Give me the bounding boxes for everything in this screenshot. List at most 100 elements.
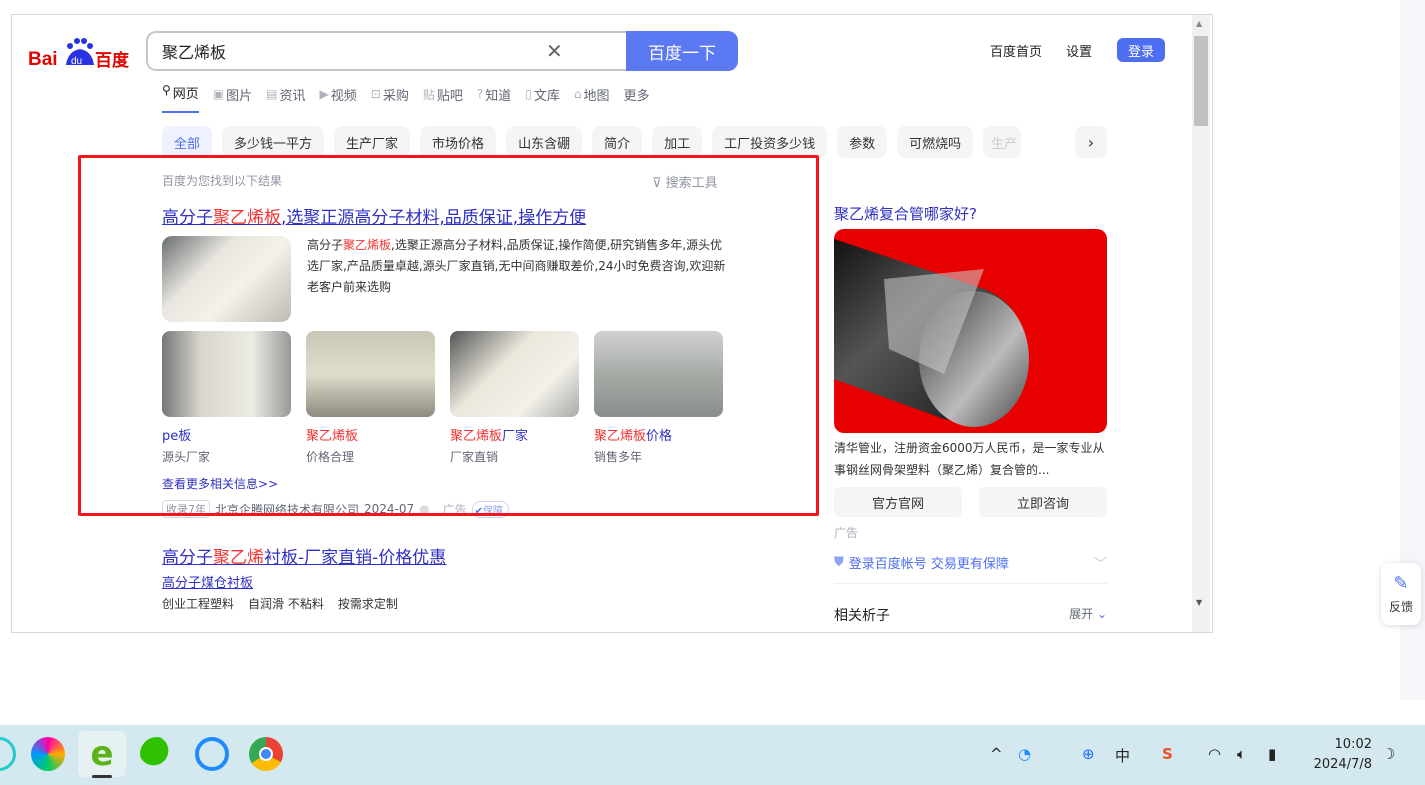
moon-icon[interactable]: ☽: [1382, 745, 1395, 763]
scroll-up-icon[interactable]: ▲: [1196, 19, 1202, 28]
ad-label: 广告: [834, 526, 859, 540]
tab-more[interactable]: 更多: [624, 83, 650, 105]
tab-label: 贴吧: [436, 88, 463, 104]
chip[interactable]: 工厂投资多少钱: [712, 126, 828, 158]
active-indicator: [92, 775, 112, 778]
title-text: 高分子: [162, 548, 213, 568]
tieba-icon: 贴: [422, 87, 435, 102]
feedback-button[interactable]: ✎ 反馈: [1381, 563, 1421, 625]
qq-browser-icon[interactable]: [195, 737, 229, 771]
tag: 创业工程塑料: [162, 597, 235, 611]
chrome-icon[interactable]: [249, 737, 283, 771]
baidu-netdisk-icon[interactable]: ⊕: [1082, 745, 1095, 763]
ai-app-icon[interactable]: [31, 737, 65, 771]
chip[interactable]: 全部: [162, 126, 213, 158]
tab-label: 采购: [382, 88, 409, 104]
chip[interactable]: 可燃烧吗: [897, 126, 974, 158]
wifi-icon[interactable]: ◠: [1208, 745, 1221, 763]
pipe-illustration: [834, 239, 1029, 427]
tab-label: 知道: [485, 88, 512, 104]
related-chips: 全部 多少钱一平方 生产厂家 市场价格 山东含硼 简介 加工 工厂投资多少钱 参…: [162, 126, 1022, 158]
login-button[interactable]: 登录: [1117, 38, 1165, 62]
qq-browser-tray-icon[interactable]: ◔: [1018, 745, 1031, 763]
app-icon[interactable]: [0, 737, 16, 771]
search-button[interactable]: 百度一下: [626, 31, 738, 71]
tab-label: 地图: [583, 88, 610, 104]
side-ad-title[interactable]: 聚乙烯复合管哪家好?: [834, 203, 977, 224]
volume-icon[interactable]: 🔈︎: [1237, 745, 1246, 763]
chip[interactable]: 市场价格: [420, 126, 497, 158]
tab-label: 视频: [330, 88, 357, 104]
image-icon: ▣: [212, 87, 225, 101]
result-sublink[interactable]: 高分子煤仓衬板: [162, 572, 253, 591]
search-icon: ⚲: [162, 83, 171, 97]
side-ad-image[interactable]: [834, 229, 1107, 433]
video-icon: ▶: [319, 87, 329, 101]
tab-map[interactable]: ⌂ 地图: [574, 83, 610, 105]
taskbar: e ^ ◔ ⊕ 中 S ◠ 🔈︎ ▮ 10:02 2024/7/8 ☽: [0, 725, 1425, 785]
svg-text:百度: 百度: [95, 50, 130, 71]
consult-button[interactable]: 立即咨询: [979, 487, 1107, 517]
tab-video[interactable]: ▶ 视频: [320, 83, 357, 105]
shield-paw-icon: ⛊: [834, 555, 844, 570]
tab-images[interactable]: ▣ 图片: [213, 83, 252, 105]
chip[interactable]: 加工: [652, 126, 703, 158]
tab-label: 网页: [172, 87, 199, 102]
baidu-logo[interactable]: Bai du 百度: [28, 35, 133, 71]
wechat-icon[interactable]: [140, 737, 174, 771]
chevron-down-icon: ⌄: [1096, 607, 1107, 621]
scroll-down-icon[interactable]: ▼: [1196, 598, 1202, 607]
search-tabs: ⚲ 网页 ▣ 图片 ▤ 资讯 ▶ 视频 ⊡ 采购 贴贴吧 ? 知道 ▯ 文库 ⌂ 地图 更多: [162, 83, 650, 113]
search-input[interactable]: [148, 33, 528, 69]
official-site-button[interactable]: 官方官网: [834, 487, 962, 517]
chip[interactable]: 生产: [983, 126, 1022, 158]
clock[interactable]: 10:02 2024/7/8: [1308, 735, 1372, 775]
sogou-icon[interactable]: S: [1162, 745, 1173, 763]
tab-label: 资讯: [279, 88, 306, 104]
ie-browser-icon[interactable]: e: [85, 737, 119, 771]
result-title[interactable]: 高分子聚乙烯衬板-厂家直销-价格优惠: [162, 543, 446, 568]
tab-tieba[interactable]: 贴贴吧: [423, 83, 463, 105]
section-title: 相关析子: [834, 608, 890, 624]
chip[interactable]: 多少钱一平方: [222, 126, 325, 158]
clock-date: 2024/7/8: [1313, 757, 1372, 772]
baidu-home-link[interactable]: 百度首页: [990, 41, 1042, 60]
settings-link[interactable]: 设置: [1066, 41, 1092, 60]
ime-indicator[interactable]: 中: [1115, 745, 1130, 766]
chip[interactable]: 山东含硼: [506, 126, 583, 158]
tag: 按需求定制: [337, 597, 398, 611]
clock-time: 10:02: [1334, 737, 1372, 752]
battery-icon[interactable]: ▮: [1268, 745, 1276, 763]
related-section-header: 相关析子 展开 ⌄: [834, 605, 1107, 625]
tab-news[interactable]: ▤ 资讯: [266, 83, 305, 105]
scrollbar-thumb[interactable]: [1194, 36, 1208, 126]
chip[interactable]: 生产厂家: [334, 126, 411, 158]
chip[interactable]: 简介: [592, 126, 643, 158]
title-text: 衬板-厂家直销-价格优惠: [264, 548, 447, 568]
scrollbar[interactable]: ▲ ▼: [1192, 15, 1210, 632]
clear-icon[interactable]: ✕: [546, 39, 563, 63]
tab-label: 更多: [623, 88, 650, 104]
annotation-highlight-box: [78, 155, 819, 516]
tab-label: 文库: [533, 88, 560, 104]
chevron-right-icon[interactable]: ›: [1075, 126, 1107, 158]
chip[interactable]: 参数: [837, 126, 888, 158]
login-guarantee[interactable]: ⛊ 登录百度帐号 交易更有保障 ﹀: [834, 553, 1107, 572]
side-ad-description: 清华管业，注册资金6000万人民币，是一家专业从事钢丝网骨架塑料（聚乙烯）复合管…: [834, 441, 1105, 477]
svg-text:Bai: Bai: [28, 49, 58, 70]
pencil-icon: ✎: [1393, 573, 1409, 594]
guarantee-text: 登录百度帐号 交易更有保障: [848, 557, 1009, 572]
tab-label: 图片: [226, 88, 253, 104]
chevron-down-icon[interactable]: ﹀: [1094, 553, 1107, 572]
tab-purchase[interactable]: ⊡ 采购: [371, 83, 409, 105]
svg-text:du: du: [71, 56, 82, 67]
show-hidden-icons[interactable]: ^: [990, 745, 1003, 763]
news-icon: ▤: [266, 87, 278, 101]
bag-icon: ⊡: [370, 87, 381, 101]
tab-web[interactable]: ⚲ 网页: [162, 83, 199, 113]
tab-zhidao[interactable]: ? 知道: [477, 83, 511, 105]
expand-label: 展开: [1069, 607, 1094, 621]
expand-button[interactable]: 展开 ⌄: [1069, 605, 1107, 625]
search-box: ✕: [146, 31, 626, 71]
tab-wenku[interactable]: ▯ 文库: [525, 83, 560, 105]
